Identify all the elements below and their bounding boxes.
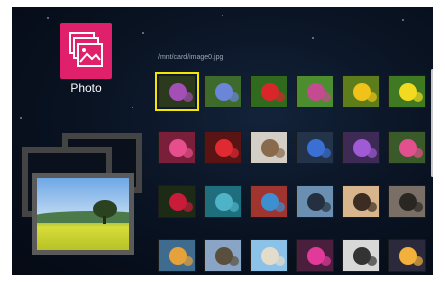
- background-star: [402, 19, 404, 21]
- thumbnail-detail: [183, 148, 193, 158]
- photo-app-tile[interactable]: [60, 23, 112, 79]
- thumbnail-detail: [367, 148, 377, 158]
- vertical-scrollbar[interactable]: [431, 69, 433, 177]
- background-star: [132, 107, 133, 108]
- thumb-city-sky[interactable]: [296, 185, 334, 218]
- thumbnail-detail: [275, 202, 285, 212]
- thumb-blue-flowers[interactable]: [296, 131, 334, 164]
- background-star: [312, 37, 314, 39]
- thumbnail-detail: [413, 148, 423, 158]
- thumbnail-detail: [275, 256, 285, 266]
- thumbnail-detail: [183, 92, 193, 102]
- background-star: [20, 117, 22, 119]
- background-star: [47, 17, 49, 19]
- thumbnail-detail: [321, 92, 331, 102]
- thumb-field-flowers[interactable]: [296, 75, 334, 108]
- thumb-purple-flowers[interactable]: [342, 131, 380, 164]
- thumb-sunflowers[interactable]: [342, 75, 380, 108]
- thumb-flower-dark[interactable]: [155, 72, 199, 111]
- thumb-aster-blue[interactable]: [204, 75, 242, 108]
- thumb-pink-flower[interactable]: [388, 131, 426, 164]
- thumb-mosaic[interactable]: [250, 185, 288, 218]
- thumb-street[interactable]: [388, 185, 426, 218]
- thumbnail-detail: [183, 202, 193, 212]
- thumb-mountain-town[interactable]: [204, 239, 242, 272]
- thumbnail-detail: [367, 202, 377, 212]
- thumb-river-sunset[interactable]: [158, 239, 196, 272]
- thumbnail-detail: [275, 92, 285, 102]
- thumbnail-detail: [413, 92, 423, 102]
- selected-photo-preview: [32, 173, 134, 255]
- thumb-people-sunset[interactable]: [342, 185, 380, 218]
- thumb-bw-person[interactable]: [342, 239, 380, 272]
- thumbnail-detail: [413, 202, 423, 212]
- thumbnail-detail: [367, 256, 377, 266]
- thumbnail-detail: [321, 148, 331, 158]
- thumb-sunset-lake[interactable]: [388, 239, 426, 272]
- thumbnail-detail: [229, 148, 239, 158]
- photo-browser-screen: Photo /mnt/card/image0.jpg: [12, 7, 433, 275]
- preview-hill: [37, 211, 129, 223]
- thumb-cat[interactable]: [250, 131, 288, 164]
- thumb-yellow-flowers[interactable]: [388, 75, 426, 108]
- thumbnail-detail: [229, 256, 239, 266]
- thumbnail-detail: [321, 256, 331, 266]
- thumbnail-detail: [413, 256, 423, 266]
- thumbnail-grid: [155, 72, 426, 272]
- thumbnail-detail: [367, 92, 377, 102]
- thumbnail-detail: [275, 148, 285, 158]
- thumb-pink-bouquet[interactable]: [158, 131, 196, 164]
- thumb-person-beach[interactable]: [250, 239, 288, 272]
- photo-album-icon: [69, 32, 103, 67]
- thumbnail-detail: [321, 202, 331, 212]
- background-star: [222, 15, 223, 16]
- background-star: [142, 32, 144, 34]
- thumb-red-roses[interactable]: [204, 131, 242, 164]
- thumb-magenta-flowers[interactable]: [296, 239, 334, 272]
- thumbnail-detail: [229, 202, 239, 212]
- thumbnail-detail: [183, 256, 193, 266]
- thumb-red-rose[interactable]: [158, 185, 196, 218]
- app-label: Photo: [70, 81, 102, 95]
- thumb-red-flowers[interactable]: [250, 75, 288, 108]
- thumbnail-detail: [229, 92, 239, 102]
- preview-tree-trunk: [103, 216, 106, 224]
- thumb-teal-water[interactable]: [204, 185, 242, 218]
- current-file-path: /mnt/card/image0.jpg: [158, 54, 224, 61]
